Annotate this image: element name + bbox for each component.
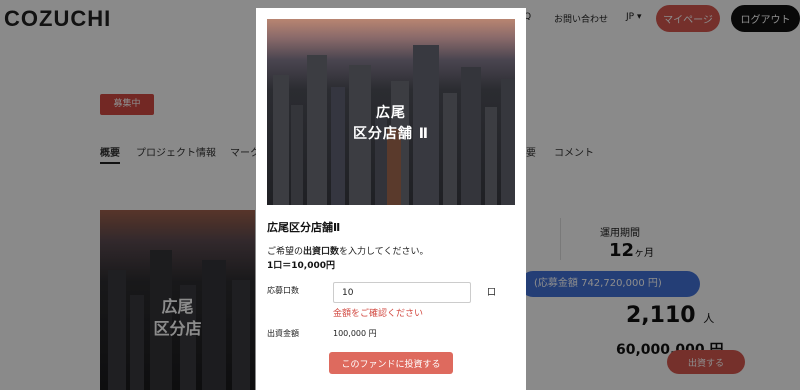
unit-price: 1口＝10,000円 (267, 261, 335, 271)
instruction-suffix: を入力してください。 (339, 247, 429, 257)
units-suffix: 口 (487, 288, 497, 298)
fund-image: 広尾 区分店舗 Ⅱ (267, 19, 515, 205)
fund-image-title-line2: 区分店舗 Ⅱ (352, 126, 430, 142)
instruction-prefix: ご希望の (267, 247, 304, 257)
fund-image-title-line1: 広尾 (376, 105, 406, 121)
units-label: 応募口数 (267, 286, 299, 295)
instruction-bold: 出資口数 (303, 247, 340, 257)
amount-value: 100,000 円 (333, 329, 377, 338)
amount-label: 出資金額 (267, 329, 299, 338)
units-error-message: 金額をご確認ください (333, 309, 424, 319)
investment-modal: 広尾 区分店舗 Ⅱ 広尾区分店舗Ⅱ ご希望の出資口数を入力してください。 1口＝… (256, 8, 526, 390)
instruction-text: ご希望の出資口数を入力してください。 (267, 244, 429, 257)
fund-name: 広尾区分店舗Ⅱ (267, 221, 341, 234)
invest-fund-button[interactable]: このファンドに投資する (329, 352, 453, 374)
fund-image-title: 広尾 区分店舗 Ⅱ (267, 103, 515, 145)
units-input[interactable] (333, 282, 471, 303)
